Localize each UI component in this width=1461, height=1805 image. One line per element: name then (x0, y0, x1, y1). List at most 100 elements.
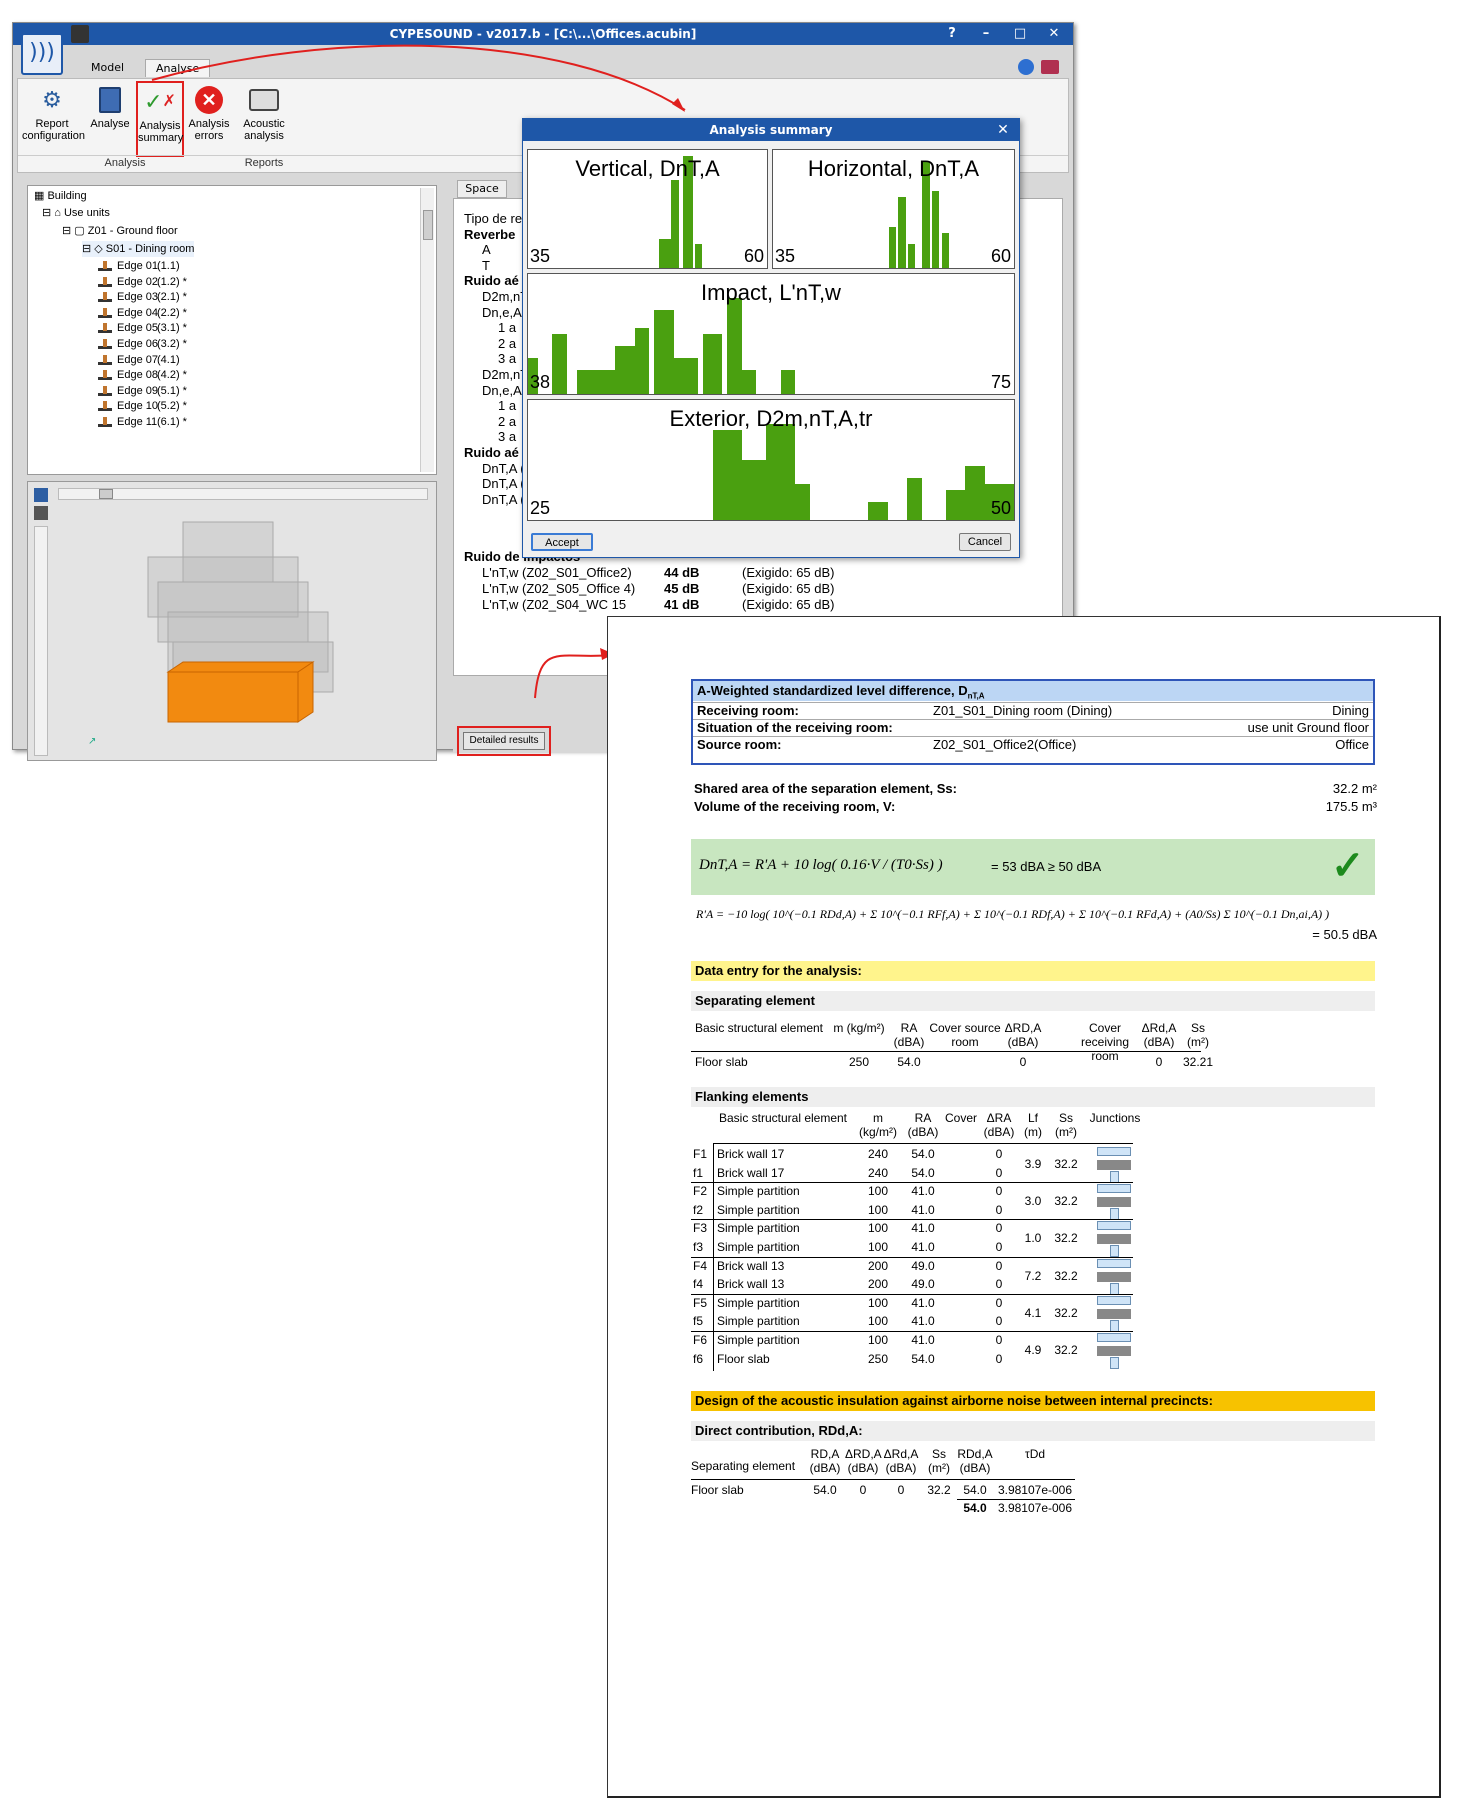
detailed-results-button[interactable]: Detailed results (463, 732, 545, 750)
flank-mass: 100 (867, 1314, 889, 1329)
flank-ra: 49.0 (911, 1258, 935, 1273)
histogram-title: Vertical, DnT,A (575, 156, 720, 181)
formula-r-prime-result: = 50.5 dBA (1312, 927, 1377, 942)
svg-text:↗: ↗ (88, 736, 96, 747)
table-cell: 0 (897, 1483, 905, 1497)
histogram-max: 60 (743, 246, 764, 266)
flank-name: Simple partition (717, 1240, 800, 1254)
flank-name: Floor slab (717, 1351, 770, 1366)
flank-mass: 240 (867, 1147, 889, 1161)
table-header: Basic structural element (694, 1021, 824, 1035)
junction-wall (1110, 1208, 1119, 1221)
divider (691, 1479, 1075, 1480)
flank-name: Simple partition (717, 1202, 800, 1217)
divider (713, 1143, 1133, 1144)
flank-mass: 250 (867, 1351, 889, 1366)
formula-dnta: DnT,A = R'A + 10 log( 0.16·V / (T0·Ss) ) (699, 857, 943, 873)
flank-code: f3 (693, 1240, 704, 1254)
divider (957, 1499, 1075, 1500)
divider (691, 1293, 1133, 1295)
junction-wall (1097, 1258, 1131, 1268)
flank-delta: 0 (995, 1202, 1003, 1217)
table-cell: 54.0 (813, 1483, 837, 1497)
table-header: τDd (1024, 1447, 1046, 1461)
flank-name: Simple partition (717, 1314, 800, 1329)
table-cell: 0 (859, 1483, 867, 1497)
flank-ss: 32.2 (1054, 1194, 1078, 1209)
flank-delta: 0 (995, 1295, 1003, 1310)
flank-delta: 0 (995, 1351, 1003, 1366)
table-cell: 0 (1155, 1055, 1163, 1069)
histogram-title: Horizontal, DnT,A (807, 156, 980, 181)
junction-wall (1097, 1221, 1131, 1231)
histogram-min: 35 (530, 246, 551, 266)
flank-ra: 54.0 (911, 1351, 935, 1366)
junction-slab (1097, 1346, 1131, 1356)
histogram-min: 25 (530, 498, 551, 518)
table-header: ΔRD,A (dBA) (1004, 1021, 1042, 1049)
flank-code: F5 (693, 1295, 708, 1310)
flank-lf: 7.2 (1024, 1268, 1042, 1283)
junction-wall (1110, 1282, 1119, 1295)
flank-name: Brick wall 13 (717, 1258, 785, 1273)
junction-icon (1095, 1221, 1133, 1258)
junction-wall (1097, 1147, 1131, 1156)
flank-ra: 41.0 (911, 1295, 935, 1310)
histogram-min: 35 (775, 246, 796, 266)
report-header-title: A-Weighted standardized level difference… (693, 681, 1373, 701)
histogram-max: 50 (990, 498, 1011, 518)
table-cell: Floor slab (695, 1055, 748, 1069)
divider (713, 1143, 714, 1371)
total-value: 54.0 (963, 1501, 987, 1515)
flank-ra: 41.0 (911, 1202, 935, 1217)
divider (691, 1331, 1133, 1332)
junction-wall (1097, 1184, 1131, 1194)
table-header: Cover (944, 1111, 977, 1125)
histogram-min: 38 (530, 372, 551, 392)
header-row-value: Z02_S01_Office2(Office) (933, 737, 1077, 752)
flank-ra: 41.0 (911, 1221, 935, 1236)
arrow-head-icon (672, 98, 685, 112)
flank-code: F2 (693, 1184, 708, 1199)
header-row-label: Source room: (697, 737, 782, 752)
design-heading: Design of the acoustic insulation agains… (691, 1391, 1375, 1411)
table-header: Lf (m) (1024, 1111, 1042, 1139)
volume-value: 175.5 m³ (1325, 799, 1377, 814)
detailed-report: A-Weighted standardized level difference… (607, 616, 1441, 1798)
flank-name: Simple partition (717, 1221, 800, 1236)
table-header: Cover source room (929, 1021, 1001, 1049)
flank-mass: 100 (867, 1202, 889, 1217)
histogram-title: Impact, L'nT,w (701, 280, 841, 305)
table-header: Ss (m²) (1187, 1021, 1209, 1049)
flanking-elements-heading: Flanking elements (691, 1087, 1375, 1107)
flank-name: Brick wall 13 (717, 1277, 785, 1292)
shared-area-label: Shared area of the separation element, S… (694, 781, 957, 796)
header-row-right: use unit Ground floor (1247, 720, 1369, 735)
formula-dnta-box: DnT,A = R'A + 10 log( 0.16·V / (T0·Ss) )… (691, 839, 1375, 895)
flank-lf: 4.9 (1024, 1343, 1042, 1357)
flank-ra: 41.0 (911, 1240, 935, 1254)
volume-label: Volume of the receiving room, V: (694, 799, 896, 814)
table-header: Ss (m²) (928, 1447, 950, 1475)
flank-ss: 32.2 (1054, 1231, 1078, 1246)
flank-delta: 0 (995, 1277, 1003, 1292)
table-header: RDd,A (dBA) (957, 1447, 993, 1475)
flank-mass: 100 (867, 1295, 889, 1310)
direct-contribution-heading: Direct contribution, RDd,A: (691, 1421, 1375, 1441)
flank-mass: 200 (867, 1277, 889, 1292)
table-cell: 32.21 (1182, 1055, 1214, 1069)
flank-code: F6 (693, 1333, 708, 1347)
junction-slab (1097, 1234, 1131, 1245)
junction-slab (1097, 1197, 1131, 1208)
flank-delta: 0 (995, 1240, 1003, 1254)
flank-mass: 100 (867, 1221, 889, 1236)
flank-code: f6 (693, 1351, 704, 1366)
flank-code: F3 (693, 1221, 708, 1236)
junction-wall (1110, 1357, 1119, 1369)
shared-area-value: 32.2 m² (1332, 781, 1377, 796)
flank-code: f5 (693, 1314, 704, 1329)
table-header: ΔRD,A (dBA) (845, 1447, 882, 1475)
flank-delta: 0 (995, 1314, 1003, 1329)
flank-lf: 4.1 (1024, 1305, 1042, 1320)
flank-delta: 0 (995, 1147, 1003, 1161)
